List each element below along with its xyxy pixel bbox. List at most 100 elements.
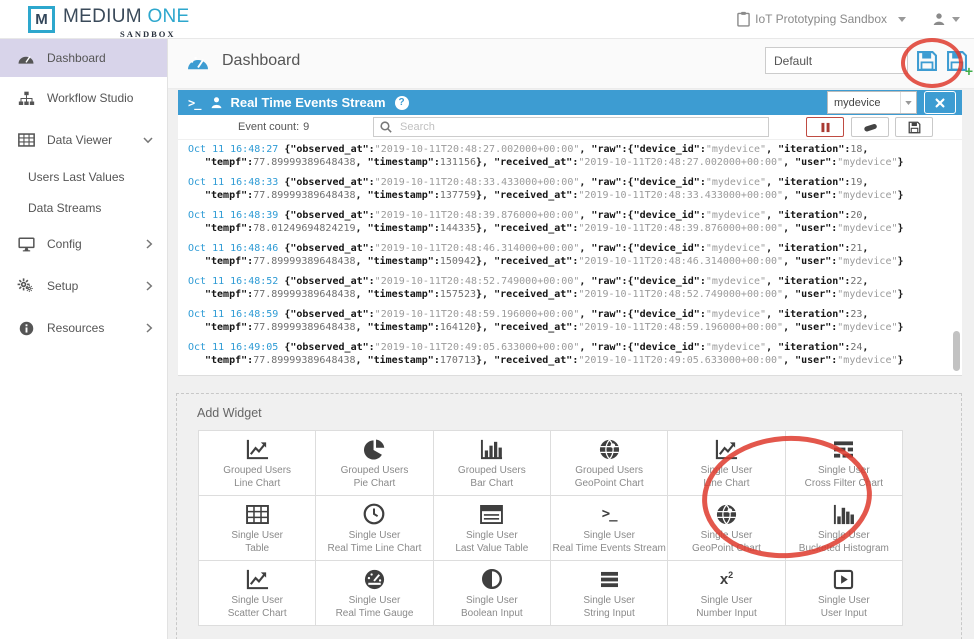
clear-stream-button[interactable] xyxy=(851,117,889,137)
terminal-icon: >_ xyxy=(188,96,200,110)
widget-type-name-label: GeoPoint Chart xyxy=(575,477,644,490)
sidebar-item-workflow-studio[interactable]: Workflow Studio xyxy=(0,77,167,119)
histogram-icon xyxy=(832,501,855,527)
widget-title: Real Time Events Stream xyxy=(230,95,385,110)
widget-type-group-label: Single User xyxy=(818,594,870,607)
gears-icon xyxy=(16,278,36,294)
close-widget-button[interactable] xyxy=(924,91,956,114)
widget-type-grid: Grouped UsersLine ChartGrouped UsersPie … xyxy=(198,430,903,626)
device-select[interactable]: mydevice xyxy=(827,91,917,114)
chevron-down-icon xyxy=(143,137,153,144)
terminal-icon: >_ xyxy=(602,501,617,527)
widget-type-group-label: Grouped Users xyxy=(575,464,643,477)
widget-type-table[interactable]: Single UserTable xyxy=(199,496,316,561)
save-dashboard-button[interactable] xyxy=(916,50,938,72)
last-value-table-icon xyxy=(480,501,503,527)
widget-type-real-time-line-chart[interactable]: Single UserReal Time Line Chart xyxy=(316,496,433,561)
widget-type-group-label: Single User xyxy=(466,594,518,607)
search-icon xyxy=(380,121,392,133)
sidebar-item-data-streams[interactable]: Data Streams xyxy=(0,192,167,223)
help-icon[interactable]: ? xyxy=(395,96,409,110)
user-menu[interactable] xyxy=(932,12,960,26)
widget-type-geopoint-chart[interactable]: Single UserGeoPoint Chart xyxy=(668,496,785,561)
bar-chart-icon xyxy=(479,436,504,462)
widget-type-group-label: Single User xyxy=(583,594,635,607)
chevron-right-icon xyxy=(146,239,153,249)
workspace-selector[interactable]: IoT Prototyping Sandbox xyxy=(755,12,887,26)
chevron-right-icon xyxy=(146,281,153,291)
widget-type-group-label: Single User xyxy=(701,464,753,477)
widget-type-name-label: Table xyxy=(245,542,269,555)
sidebar-item-data-viewer[interactable]: Data Viewer xyxy=(0,119,167,161)
gauge-icon xyxy=(363,566,386,592)
widget-toolbar: Event count:9 xyxy=(178,115,962,140)
widget-type-group-label: Single User xyxy=(349,594,401,607)
widget-type-name-label: Bucketed Histogram xyxy=(799,542,889,555)
sidebar-item-resources[interactable]: Resources xyxy=(0,307,167,349)
scrollbar-thumb[interactable] xyxy=(953,331,960,371)
sidebar-item-users-last-values[interactable]: Users Last Values xyxy=(0,161,167,192)
widget-type-group-label: Single User xyxy=(466,529,518,542)
widget-type-pie-chart[interactable]: Grouped UsersPie Chart xyxy=(316,431,433,496)
dashboard-select[interactable]: Default xyxy=(765,47,908,74)
search-input[interactable] xyxy=(398,120,762,134)
widget-type-group-label: Single User xyxy=(231,594,283,607)
info-icon xyxy=(16,321,36,336)
search-box xyxy=(373,117,769,137)
sitemap-icon xyxy=(16,91,36,106)
widget-type-name-label: Scatter Chart xyxy=(228,607,287,620)
widget-header: >_ Real Time Events Stream ? mydevice xyxy=(178,90,962,115)
pause-stream-button[interactable] xyxy=(806,117,844,137)
event-count-label: Event count: xyxy=(238,121,299,133)
bars-icon xyxy=(599,566,620,592)
widget-type-real-time-gauge[interactable]: Single UserReal Time Gauge xyxy=(316,561,433,626)
play-square-icon xyxy=(833,566,854,592)
geopoint-chart-icon xyxy=(598,436,621,462)
widget-type-geopoint-chart[interactable]: Grouped UsersGeoPoint Chart xyxy=(551,431,668,496)
sidebar-item-label: Data Streams xyxy=(28,201,101,215)
add-widget-panel: Add Widget Grouped UsersLine ChartGroupe… xyxy=(176,393,962,639)
workspace-caret-down-icon[interactable] xyxy=(898,17,906,22)
widget-type-scatter-chart[interactable]: Single UserScatter Chart xyxy=(199,561,316,626)
scatter-chart-icon xyxy=(245,566,270,592)
table-icon xyxy=(16,133,36,147)
widget-type-user-input[interactable]: Single UserUser Input xyxy=(786,561,903,626)
sidebar-item-label: Data Viewer xyxy=(47,133,143,147)
monitor-icon xyxy=(16,237,36,252)
log-entry: Oct 11 16:48:27 {"observed_at":"2019-10-… xyxy=(188,143,938,169)
widget-type-name-label: Real Time Gauge xyxy=(336,607,414,620)
widget-type-name-label: Last Value Table xyxy=(455,542,528,555)
table-grid-icon xyxy=(246,501,269,527)
widget-type-group-label: Single User xyxy=(231,529,283,542)
widget-type-last-value-table[interactable]: Single UserLast Value Table xyxy=(434,496,551,561)
page-title: Dashboard xyxy=(222,52,300,70)
widget-type-name-label: Line Chart xyxy=(234,477,280,490)
widget-type-line-chart[interactable]: Grouped UsersLine Chart xyxy=(199,431,316,496)
widget-type-bar-chart[interactable]: Grouped UsersBar Chart xyxy=(434,431,551,496)
sidebar-item-setup[interactable]: Setup xyxy=(0,265,167,307)
log-entry: Oct 11 16:48:52 {"observed_at":"2019-10-… xyxy=(188,275,938,301)
caret-down-icon xyxy=(900,92,916,113)
widget-type-name-label: Number Input xyxy=(696,607,757,620)
widget-type-bucketed-histogram[interactable]: Single UserBucketed Histogram xyxy=(786,496,903,561)
sidebar-item-label: Workflow Studio xyxy=(47,91,153,105)
widget-type-number-input[interactable]: x2Single UserNumber Input xyxy=(668,561,785,626)
user-caret-down-icon xyxy=(952,17,960,22)
line-chart-icon xyxy=(714,436,739,462)
sidebar-item-config[interactable]: Config xyxy=(0,223,167,265)
floppy-icon xyxy=(908,121,921,134)
widget-type-name-label: GeoPoint Chart xyxy=(692,542,761,555)
cross-filter-chart-icon xyxy=(832,436,855,462)
widget-type-group-label: Grouped Users xyxy=(341,464,409,477)
widget-type-line-chart[interactable]: Single UserLine Chart xyxy=(668,431,785,496)
clipboard-icon xyxy=(737,11,750,27)
widget-type-cross-filter-chart[interactable]: Single UserCross Filter Chart xyxy=(786,431,903,496)
widget-type-string-input[interactable]: Single UserString Input xyxy=(551,561,668,626)
sidebar-item-dashboard[interactable]: Dashboard xyxy=(0,38,167,77)
widget-type-real-time-events-stream[interactable]: >_Single UserReal Time Events Stream xyxy=(551,496,668,561)
save-as-new-dashboard-button[interactable]: + xyxy=(946,50,968,72)
save-stream-button[interactable] xyxy=(895,117,933,137)
logo-sandbox-text: SANDBOX xyxy=(120,29,176,39)
widget-type-boolean-input[interactable]: Single UserBoolean Input xyxy=(434,561,551,626)
logo-one-text: ONE xyxy=(147,6,189,27)
